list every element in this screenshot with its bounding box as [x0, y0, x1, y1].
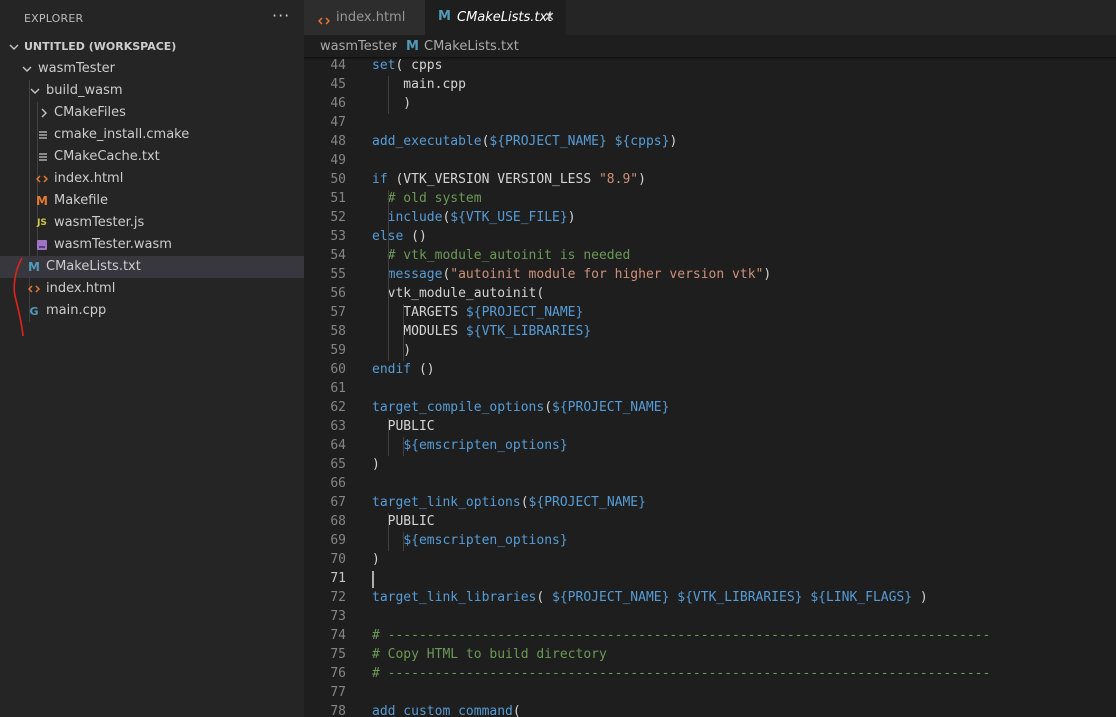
scroll-shadow	[304, 57, 1116, 60]
line-number: 44	[330, 58, 346, 73]
breadcrumb: wasmTester › M CMakeLists.txt	[304, 35, 1116, 57]
code-line: ${emscripten_options}	[403, 533, 568, 548]
tab-cmakelists[interactable]: M CMakeLists.txt ✕	[425, 0, 566, 35]
line-number: 54	[330, 248, 346, 263]
code-line: # --------------------------------------…	[372, 628, 991, 643]
code-line: include(${VTK_USE_FILE})	[387, 210, 576, 225]
code-line: target_link_libraries( ${PROJECT_NAME} $…	[372, 590, 928, 605]
line-number: 77	[330, 685, 346, 700]
tree-item-label: cmake_install.cmake	[54, 127, 190, 142]
line-number: 76	[330, 666, 346, 681]
line-number: 58	[330, 324, 346, 339]
tab-label: index.html	[336, 10, 406, 25]
code-line: main.cpp	[372, 77, 466, 92]
line-number: 70	[330, 552, 346, 567]
line-number: 72	[330, 590, 346, 605]
code-line: ${emscripten_options}	[403, 438, 568, 453]
line-number: 52	[330, 210, 346, 225]
tree-item-label: CMakeCache.txt	[54, 149, 160, 164]
code-editor[interactable]: 44 set( cpps 45 main.cpp 46 ) 47 48 add_execut…	[304, 57, 1116, 717]
text-cursor	[372, 571, 374, 588]
indent-guide	[403, 437, 404, 456]
breadcrumb-separator: ›	[392, 39, 398, 54]
line-number: 49	[330, 153, 346, 168]
explorer-sidebar: EXPLORER ··· UNTITLED (WORKSPACE) wasmTe…	[0, 0, 304, 717]
cmake-icon: M	[406, 39, 419, 54]
code-line: PUBLIC	[372, 419, 435, 434]
line-number: 73	[330, 609, 346, 624]
code-line: )	[372, 457, 380, 472]
code-line: PUBLIC	[372, 514, 435, 529]
code-line: vtk_module_autoinit(	[372, 286, 545, 301]
tree-item-label: Makefile	[54, 193, 109, 208]
code-line: else ()	[372, 229, 427, 244]
code-line: add_executable(${PROJECT_NAME} ${cpps})	[372, 134, 678, 149]
code-line: target_compile_options(${PROJECT_NAME}	[372, 400, 670, 415]
breadcrumb-folder[interactable]: wasmTester	[320, 39, 397, 54]
line-number: 65	[330, 457, 346, 472]
code-line: # Copy HTML to build directory	[372, 647, 607, 662]
code-line: if (VTK_VERSION VERSION_LESS "8.9")	[372, 172, 646, 187]
line-number: 53	[330, 229, 346, 244]
tree-item-label: wasmTester.js	[54, 215, 145, 230]
code-line: # --------------------------------------…	[372, 666, 991, 681]
line-number: 62	[330, 400, 346, 415]
line-number: 55	[330, 267, 346, 282]
line-number: 64	[330, 438, 346, 453]
line-number: 67	[330, 495, 346, 510]
tab-index-html[interactable]: index.html	[304, 0, 425, 35]
html-icon	[317, 11, 331, 30]
line-number: 57	[330, 305, 346, 320]
indent-guide	[388, 190, 389, 361]
line-number: 47	[330, 115, 346, 130]
code-line: )	[372, 552, 380, 567]
code-line: )	[372, 96, 412, 111]
line-number: 74	[330, 628, 346, 643]
close-icon[interactable]: ✕	[544, 10, 555, 25]
line-number: 68	[330, 514, 346, 529]
line-number: 75	[330, 647, 346, 662]
tab-label: CMakeLists.txt	[457, 10, 553, 25]
indent-guide	[388, 418, 389, 456]
line-number: 59	[330, 343, 346, 358]
line-number: 71	[330, 571, 346, 586]
code-line: set( cpps	[372, 58, 443, 73]
red-annotation-mark	[13, 257, 24, 337]
line-number: 60	[330, 362, 346, 377]
indent-guide	[388, 513, 389, 551]
indent-guide	[388, 76, 389, 114]
line-number: 46	[330, 96, 346, 111]
line-number: 61	[330, 381, 346, 396]
indent-guide	[403, 304, 404, 361]
code-line: )	[372, 343, 412, 358]
breadcrumb-file[interactable]: CMakeLists.txt	[424, 39, 519, 54]
more-actions-icon[interactable]: ···	[272, 6, 290, 25]
code-line: # vtk_module_autoinit is needed	[372, 248, 631, 263]
line-number: 45	[330, 77, 346, 92]
tree-item-label: wasmTester.wasm	[54, 237, 172, 252]
line-number: 66	[330, 476, 346, 491]
tree-item-label: CMakeFiles	[54, 105, 126, 120]
tree-item-label: CMakeLists.txt	[46, 259, 141, 274]
line-number: 51	[330, 191, 346, 206]
line-number: 69	[330, 533, 346, 548]
cmake-icon: M	[438, 9, 451, 24]
tab-bar: index.html M CMakeLists.txt ✕	[304, 0, 1116, 35]
line-number: 48	[330, 134, 346, 149]
code-line: endif ()	[372, 362, 435, 377]
line-number: 78	[330, 704, 346, 717]
line-number: 56	[330, 286, 346, 301]
code-line: MODULES ${VTK_LIBRARIES}	[372, 324, 592, 339]
line-number: 50	[330, 172, 346, 187]
indent-guide	[403, 532, 404, 551]
code-line: target_link_options(${PROJECT_NAME}	[372, 495, 646, 510]
code-line: message("autoinit module for higher vers…	[387, 267, 772, 282]
code-line: add_custom_command(	[372, 704, 521, 717]
tree-item-label: index.html	[54, 171, 124, 186]
line-number: 63	[330, 419, 346, 434]
